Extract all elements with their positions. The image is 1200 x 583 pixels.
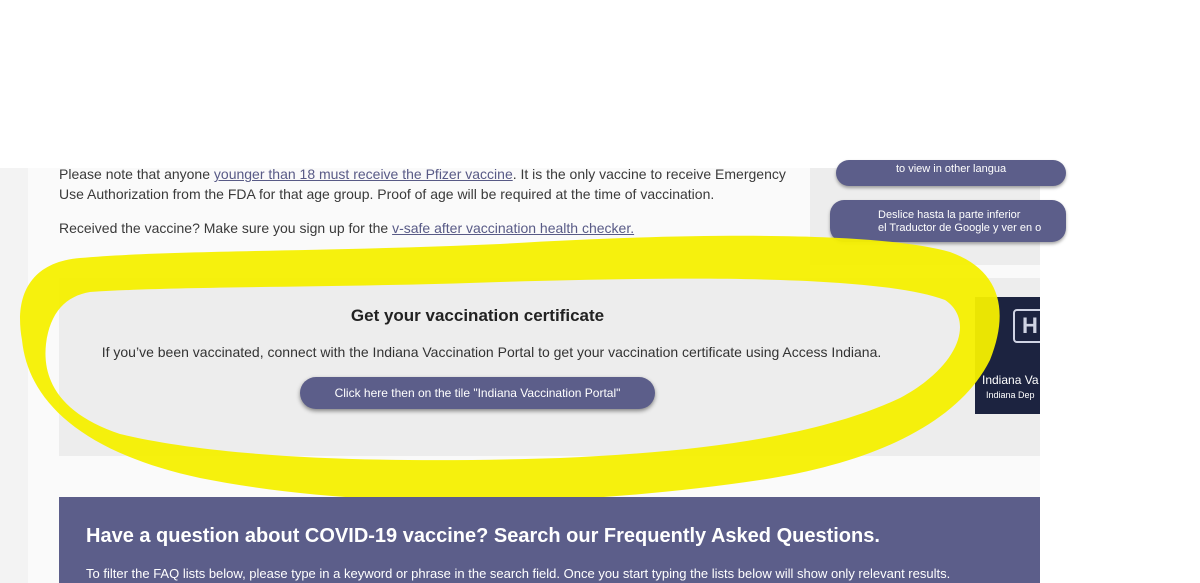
pfizer-age-link[interactable]: younger than 18 must receive the Pfizer … xyxy=(214,166,513,182)
vsafe-paragraph: Received the vaccine? Make sure you sign… xyxy=(59,218,799,238)
vsafe-link[interactable]: v-safe after vaccination health checker. xyxy=(392,220,634,236)
hh-logo-icon: H xyxy=(1013,309,1040,343)
left-gutter xyxy=(0,168,28,583)
vaccination-portal-button[interactable]: Click here then on the tile "Indiana Vac… xyxy=(300,377,655,409)
tile-subtitle: Indiana Dep xyxy=(986,390,1035,400)
tile-name: Indiana Va xyxy=(982,373,1039,387)
faq-description: To filter the FAQ lists below, please ty… xyxy=(86,566,951,581)
vsafe-prefix: Received the vaccine? Make sure you sign… xyxy=(59,220,393,236)
spanish-line-2: el Traductor de Google y ver en o xyxy=(878,222,1042,234)
certificate-title: Get your vaccination certificate xyxy=(350,306,605,325)
certificate-description: If you’ve been vaccinated, connect with … xyxy=(101,344,882,360)
page: Please note that anyone younger than 18 … xyxy=(0,0,1200,583)
spanish-line-1: Deslice hasta la parte inferior xyxy=(878,209,1021,221)
certificate-section xyxy=(59,278,1040,456)
faq-title: Have a question about COVID-19 vaccine? … xyxy=(86,525,880,547)
indiana-vaccination-portal-tile[interactable]: H Indiana Va Indiana Dep xyxy=(975,297,1040,414)
google-translate-spanish-button[interactable]: Deslice hasta la parte inferior el Traduc… xyxy=(830,200,1066,242)
view-other-languages-button[interactable]: to view in other langua xyxy=(836,160,1066,186)
age-note-prefix: Please note that anyone xyxy=(59,166,214,182)
age-note-paragraph: Please note that anyone younger than 18 … xyxy=(59,164,799,204)
view-other-languages-label: to view in other langua xyxy=(896,163,1007,175)
